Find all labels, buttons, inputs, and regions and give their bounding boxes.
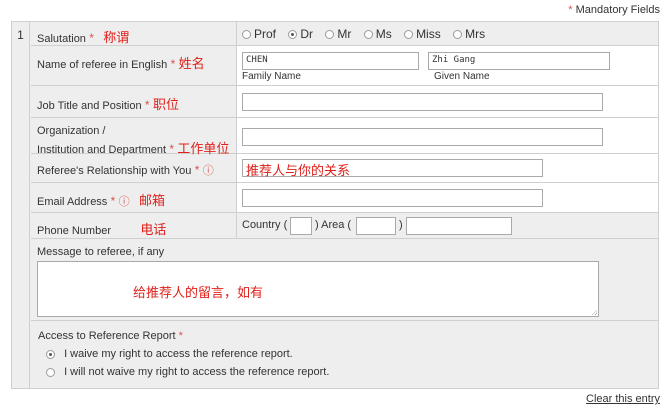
entry-number: 1	[12, 22, 30, 388]
required-asterisk: *	[178, 330, 183, 342]
radio-icon[interactable]	[404, 30, 414, 40]
name-fields: CHEN Family Name Zhi Gang Given Name	[236, 46, 658, 85]
required-asterisk: *	[110, 194, 116, 208]
radio-icon[interactable]	[325, 30, 335, 40]
relationship-field-cell: 推荐人与你的关系	[236, 154, 658, 182]
job-row: Job Title and Position * 职位	[31, 86, 658, 118]
access-option-waive-label: I waive my right to access the reference…	[64, 348, 293, 360]
given-name-input[interactable]: Zhi Gang	[428, 52, 610, 70]
job-label-cell: Job Title and Position * 职位	[31, 86, 236, 117]
access-heading: Access to Reference Report *	[38, 327, 651, 345]
info-circle-icon[interactable]: ⓘ	[203, 165, 214, 177]
radio-selected-icon[interactable]	[46, 349, 55, 359]
radio-icon[interactable]	[453, 30, 463, 40]
organization-input[interactable]	[242, 128, 603, 146]
relationship-label-cell: Referee's Relationship with You * ⓘ	[31, 154, 236, 182]
job-label: Job Title and Position	[37, 100, 142, 112]
phone-label: Phone Number	[37, 225, 111, 237]
country-code-input[interactable]	[290, 217, 312, 235]
name-label-cell: Name of referee in English * 姓名	[31, 46, 236, 85]
salutation-option-mrs[interactable]: Mrs	[453, 27, 485, 41]
phone-row: Phone Number 电话 Country ( ) Area ( )	[31, 213, 658, 239]
required-asterisk: *	[568, 4, 573, 16]
radio-icon[interactable]	[242, 30, 251, 40]
salutation-row: Salutation * 称谓 Prof Dr Mr Ms Miss Mrs	[31, 22, 658, 46]
salutation-option-mr[interactable]: Mr	[325, 27, 351, 41]
job-field-cell	[236, 86, 658, 117]
mandatory-fields-note: * Mandatory Fields	[568, 4, 660, 16]
salutation-option-miss[interactable]: Miss	[404, 27, 441, 41]
clear-entry-link[interactable]: Clear this entry	[586, 393, 660, 405]
required-asterisk: *	[89, 31, 94, 45]
phone-cn-note: 电话	[140, 223, 167, 238]
relationship-label: Referee's Relationship with You	[37, 165, 192, 177]
email-field-cell	[236, 183, 658, 212]
message-textarea[interactable]: 给推荐人的留言，如有	[37, 261, 599, 317]
access-option-waive[interactable]: I waive my right to access the reference…	[38, 345, 651, 363]
organization-row: Organization / Institution and Departmen…	[31, 118, 658, 157]
message-cn-hint: 给推荐人的留言，如有	[133, 286, 264, 301]
name-cn-note: 姓名	[178, 57, 205, 72]
phone-fields: Country ( ) Area ( )	[236, 213, 658, 238]
organization-field-cell	[236, 118, 658, 153]
job-title-input[interactable]	[242, 93, 603, 111]
organization-label-cell: Organization / Institution and Departmen…	[31, 118, 236, 157]
relationship-row: Referee's Relationship with You * ⓘ 推荐人与…	[31, 154, 658, 183]
salutation-options: Prof Dr Mr Ms Miss Mrs	[236, 22, 658, 45]
country-label: Country (	[242, 219, 288, 231]
area-label: ) Area (	[315, 219, 352, 231]
salutation-option-ms[interactable]: Ms	[363, 27, 392, 41]
info-circle-icon[interactable]: ⓘ	[119, 196, 130, 208]
given-name-caption: Given Name	[434, 71, 490, 82]
access-option-not-waive-label: I will not waive my right to access the …	[64, 366, 330, 378]
required-asterisk: *	[144, 98, 150, 112]
family-name-caption: Family Name	[242, 71, 301, 82]
access-label: Access to Reference Report	[38, 330, 176, 342]
email-label: Email Address	[37, 196, 108, 208]
salutation-option-prof[interactable]: Prof	[242, 27, 276, 41]
mandatory-fields-text: Mandatory Fields	[575, 4, 660, 16]
salutation-label-cell: Salutation * 称谓	[31, 22, 236, 46]
required-asterisk: *	[194, 163, 200, 177]
resize-handle-icon[interactable]	[591, 309, 597, 315]
salutation-cn-note: 称谓	[103, 31, 130, 46]
email-cn-note: 邮箱	[139, 194, 166, 209]
email-label-cell: Email Address * ⓘ 邮箱	[31, 183, 236, 212]
radio-icon[interactable]	[363, 30, 373, 40]
radio-selected-icon[interactable]	[288, 30, 298, 40]
access-option-not-waive[interactable]: I will not waive my right to access the …	[38, 363, 651, 381]
organization-label-line1: Organization /	[37, 125, 106, 137]
close-paren: )	[399, 219, 403, 231]
job-cn-note: 职位	[152, 98, 179, 113]
area-code-input[interactable]	[356, 217, 396, 235]
referee-form: 1 Salutation * 称谓 Prof Dr Mr Ms Miss Mrs…	[11, 21, 659, 389]
message-label: Message to referee, if any	[37, 246, 165, 258]
email-row: Email Address * ⓘ 邮箱	[31, 183, 658, 213]
message-row: Message to referee, if any 给推荐人的留言，如有	[31, 239, 658, 321]
name-label: Name of referee in English	[37, 59, 168, 71]
email-input[interactable]	[242, 189, 543, 207]
salutation-option-dr[interactable]: Dr	[288, 27, 313, 41]
required-asterisk: *	[170, 57, 176, 71]
radio-icon[interactable]	[46, 367, 55, 377]
name-row: Name of referee in English * 姓名 CHEN Fam…	[31, 46, 658, 86]
family-name-input[interactable]: CHEN	[242, 52, 419, 70]
phone-number-input[interactable]	[406, 217, 512, 235]
access-section: Access to Reference Report * I waive my …	[31, 321, 658, 388]
salutation-label: Salutation	[37, 33, 86, 45]
phone-label-cell: Phone Number 电话	[31, 213, 236, 238]
relationship-cn-hint: 推荐人与你的关系	[246, 164, 351, 179]
